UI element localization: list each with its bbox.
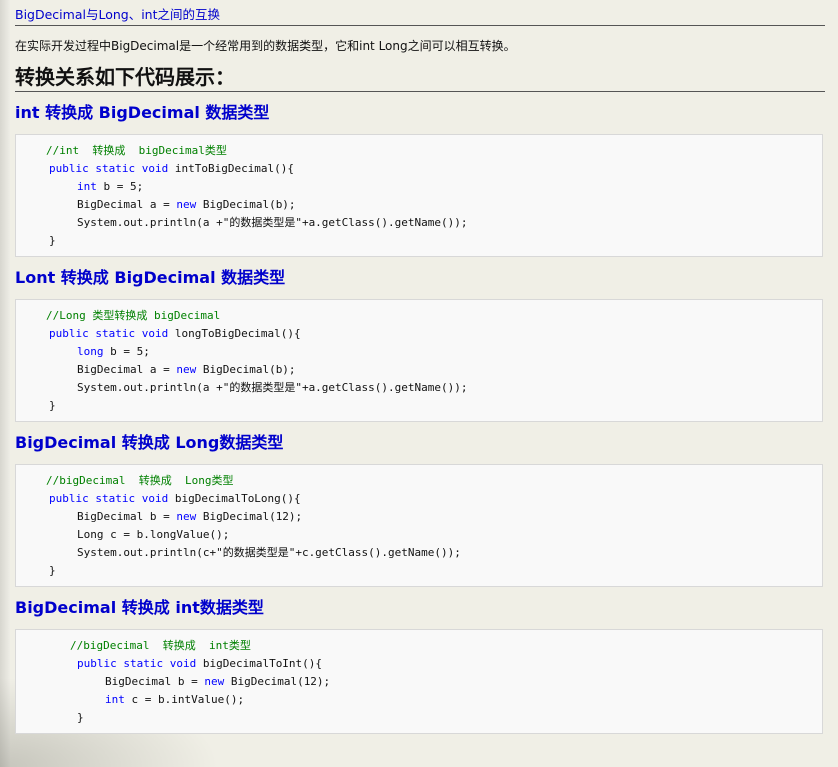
- code-line: }: [49, 399, 56, 412]
- code-comment: //bigDecimal 转换成 int类型: [70, 639, 251, 652]
- section-heading: 转换关系如下代码展示：: [15, 64, 825, 92]
- code-text: BigDecimal(12);: [196, 510, 303, 523]
- code-line: }: [49, 564, 56, 577]
- code-keyword: public static void: [77, 657, 197, 670]
- code-text: BigDecimal(12);: [224, 675, 331, 688]
- code-text: bigDecimalToLong(){: [168, 492, 301, 505]
- code-text: BigDecimal(b);: [196, 198, 296, 211]
- code-line: BigDecimal b = new BigDecimal(12);: [16, 508, 822, 526]
- code-text: longToBigDecimal(){: [168, 327, 301, 340]
- code-text: bigDecimalToInt(){: [196, 657, 323, 670]
- code-text: intToBigDecimal(){: [168, 162, 295, 175]
- code-comment: //Long 类型转换成 bigDecimal: [46, 309, 221, 322]
- code-text: BigDecimal a =: [77, 198, 177, 211]
- heading-long-to-bigdecimal: Lont 转换成 BigDecimal 数据类型: [15, 268, 286, 287]
- code-line: BigDecimal b = new BigDecimal(12);: [16, 673, 822, 691]
- intro-text: 在实际开发过程中BigDecimal是一个经常用到的数据类型，它和int Lon…: [15, 39, 516, 53]
- code-text: b = 5;: [103, 345, 150, 358]
- code-text: BigDecimal b =: [77, 510, 177, 523]
- heading-int-to-bigdecimal: int 转换成 BigDecimal 数据类型: [15, 103, 270, 122]
- code-line: BigDecimal a = new BigDecimal(b);: [16, 361, 822, 379]
- code-block-long-to-bigdecimal: //Long 类型转换成 bigDecimal public static vo…: [15, 299, 823, 422]
- code-block-bigdecimal-to-int: //bigDecimal 转换成 int类型 public static voi…: [15, 629, 823, 734]
- code-line: long b = 5;: [16, 343, 822, 361]
- code-line: public static void bigDecimalToLong(){: [16, 490, 822, 508]
- code-keyword: new: [176, 510, 197, 523]
- code-comment: //int 转换成 bigDecimal类型: [46, 144, 227, 157]
- code-text: c = b.intValue();: [124, 693, 245, 706]
- code-line: public static void longToBigDecimal(){: [16, 325, 822, 343]
- code-keyword: int: [77, 180, 97, 193]
- code-keyword: int: [105, 693, 125, 706]
- code-keyword: long: [77, 345, 104, 358]
- code-line: BigDecimal a = new BigDecimal(b);: [16, 196, 822, 214]
- code-line: int b = 5;: [16, 178, 822, 196]
- article-title-link[interactable]: BigDecimal与Long、int之间的互换: [15, 7, 825, 26]
- code-text: BigDecimal a =: [77, 363, 177, 376]
- heading-bigdecimal-to-int: BigDecimal 转换成 int数据类型: [15, 598, 264, 617]
- page-edge-shadow: [0, 0, 10, 767]
- code-line: }: [77, 711, 84, 724]
- code-line: }: [49, 234, 56, 247]
- code-keyword: new: [204, 675, 225, 688]
- code-keyword: public static void: [49, 492, 169, 505]
- heading-bigdecimal-to-long: BigDecimal 转换成 Long数据类型: [15, 433, 284, 452]
- code-line: public static void bigDecimalToInt(){: [16, 655, 822, 673]
- code-line: System.out.println(a +"的数据类型是"+a.getClas…: [77, 216, 468, 229]
- code-keyword: new: [176, 363, 197, 376]
- code-keyword: public static void: [49, 162, 169, 175]
- code-line: System.out.println(c+"的数据类型是"+c.getClass…: [77, 546, 461, 559]
- code-keyword: new: [176, 198, 197, 211]
- code-text: b = 5;: [96, 180, 144, 193]
- code-keyword: public static void: [49, 327, 169, 340]
- code-line: int c = b.intValue();: [16, 691, 822, 709]
- code-line: Long c = b.longValue();: [77, 528, 230, 541]
- code-block-int-to-bigdecimal: //int 转换成 bigDecimal类型 public static voi…: [15, 134, 823, 257]
- code-block-bigdecimal-to-long: //bigDecimal 转换成 Long类型 public static vo…: [15, 464, 823, 587]
- article: BigDecimal与Long、int之间的互换 在实际开发过程中BigDeci…: [15, 0, 825, 734]
- code-text: BigDecimal(b);: [196, 363, 296, 376]
- code-text: BigDecimal b =: [105, 675, 205, 688]
- code-line: System.out.println(a +"的数据类型是"+a.getClas…: [77, 381, 468, 394]
- code-line: public static void intToBigDecimal(){: [16, 160, 822, 178]
- code-comment: //bigDecimal 转换成 Long类型: [46, 474, 234, 487]
